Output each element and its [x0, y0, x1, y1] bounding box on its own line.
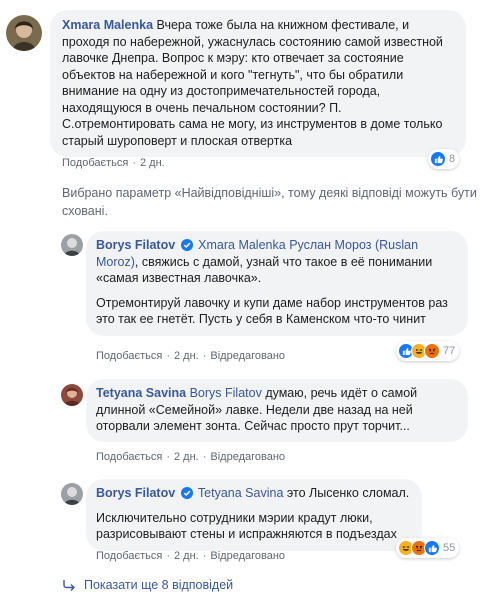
- timestamp[interactable]: 2 дн.: [174, 550, 199, 562]
- show-more-replies-label: Показати ще 8 відповідей: [84, 578, 234, 592]
- avatar-tetyana-savina[interactable]: [61, 384, 83, 406]
- reaction-summary[interactable]: 77: [396, 341, 460, 361]
- reply-author-name[interactable]: Borys Filatov: [96, 486, 175, 500]
- like-button[interactable]: Подобається: [96, 550, 162, 562]
- mention-tag[interactable]: Tetyana Savina: [198, 486, 283, 500]
- reply-bubble: Borys Filatov Xmara Malenka Руслан Мороз…: [86, 231, 468, 336]
- avatar-borys-filatov[interactable]: [61, 483, 83, 505]
- comment-bubble: Xmara Malenka Вчера тоже была на книжном…: [50, 10, 466, 157]
- reaction-count: 8: [449, 153, 456, 165]
- like-reaction-icon: [430, 151, 446, 167]
- comment-actions: Подобається · 2 дн.: [62, 157, 165, 169]
- comment-text: Вчера тоже была на книжном фестивале, и …: [62, 18, 443, 148]
- edited-label[interactable]: Відредаговано: [210, 550, 285, 562]
- reply-text: Исключительно сотрудники мэрии крадут лю…: [96, 510, 397, 542]
- reply-author-name[interactable]: Tetyana Savina: [96, 386, 186, 400]
- show-more-replies-button[interactable]: Показати ще 8 відповідей: [62, 578, 233, 592]
- avatar-xmara-malenka[interactable]: [6, 15, 42, 51]
- like-button[interactable]: Подобається: [96, 350, 162, 362]
- reply-bubble: Borys Filatov Tetyana Savina это Лысенко…: [86, 479, 422, 551]
- like-button[interactable]: Подобається: [96, 451, 162, 463]
- reaction-count: 77: [443, 345, 456, 357]
- mention-tag[interactable]: Xmara Malenka: [198, 238, 286, 252]
- reply-text: , свяжись с дамой, узнай что такое в её …: [96, 254, 433, 286]
- timestamp[interactable]: 2 дн.: [140, 157, 165, 169]
- timestamp[interactable]: 2 дн.: [174, 350, 199, 362]
- reply-bubble: Tetyana Savina Borys Filatov думаю, речь…: [86, 379, 468, 442]
- filter-notice: Вибрано параметр «Найвідповідніші», тому…: [62, 186, 477, 218]
- mention-tag[interactable]: Borys Filatov: [190, 386, 262, 400]
- reply-actions: Подобається · 2 дн. · Відредаговано: [96, 451, 286, 463]
- verified-badge-icon: [180, 487, 193, 499]
- like-reaction-icon: [424, 540, 440, 556]
- verified-badge-icon: [180, 239, 193, 251]
- reaction-summary[interactable]: 55: [396, 538, 460, 558]
- edited-label[interactable]: Відредаговано: [210, 350, 285, 362]
- reply-actions: Подобається · 2 дн. · Відредаговано: [96, 550, 286, 562]
- comment-author-name[interactable]: Xmara Malenka: [62, 18, 153, 32]
- reply-arrow-icon: [62, 579, 76, 591]
- reply-text: это Лысенко сломал.: [286, 486, 410, 500]
- reply-actions: Подобається · 2 дн. · Відредаговано: [96, 350, 286, 362]
- like-button[interactable]: Подобається: [62, 157, 128, 169]
- avatar-borys-filatov[interactable]: [61, 234, 83, 256]
- timestamp[interactable]: 2 дн.: [174, 451, 199, 463]
- angry-reaction-icon: [424, 343, 440, 359]
- reply-text: Отремонтируй лавочку и купи даме набор и…: [96, 295, 448, 327]
- reply-author-name[interactable]: Borys Filatov: [96, 238, 175, 252]
- edited-label[interactable]: Відредаговано: [210, 451, 285, 463]
- reaction-summary[interactable]: 8: [428, 149, 460, 169]
- reaction-count: 55: [443, 542, 456, 554]
